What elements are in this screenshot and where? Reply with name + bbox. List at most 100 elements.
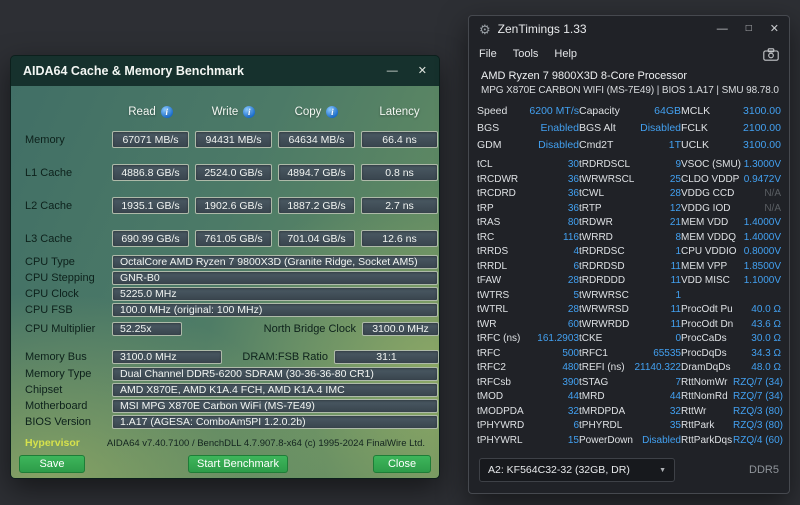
zt-timing-value: 36 — [567, 173, 579, 185]
menu-item-file[interactable]: File — [479, 48, 497, 60]
north-bridge-clock-label: North Bridge Clock — [263, 323, 356, 335]
zt-timing-value: 1.8500V — [743, 260, 781, 272]
zt-timing-row: tWTRL 28 tWRWRSD 11 ProcOdt Pu 40.0 Ω — [477, 303, 781, 318]
zt-timing-value: N/A — [764, 188, 781, 199]
bench-column-label: Read — [128, 106, 156, 118]
menu-items: File Tools Help — [479, 48, 577, 60]
start-button[interactable]: Start Benchmark — [188, 455, 288, 473]
version-text: AIDA64 v7.40.7100 / BenchDLL 4.7.907.8-x… — [106, 437, 425, 449]
bench-column-label: Latency — [379, 106, 420, 118]
zt-timing-value: 6 — [573, 420, 579, 431]
close-icon[interactable]: ✕ — [418, 65, 427, 77]
zt-timing-value: 21 — [669, 217, 681, 228]
zt-timing-label: tWTRL — [477, 304, 509, 315]
zt-timing-value: RZQ/4 (60) — [733, 434, 784, 446]
zt-timing-label: VSOC (SMU) — [681, 159, 741, 170]
zt-timing-label: tPHYWRD — [477, 420, 525, 431]
zt-timing-label: ProcDqDs — [681, 347, 727, 359]
cpu-info-row: CPU Stepping GNR-B0 — [11, 271, 439, 285]
zt-timing-value: 28 — [567, 304, 579, 315]
save-button[interactable]: Save — [19, 455, 85, 473]
zt-timing-value: 11 — [670, 275, 681, 286]
zt-timing-label: MEM VDD — [681, 217, 729, 228]
timings-grid: tCL 30 tRDRDSCL 9 VSOC (SMU) 1.3000V tRCDWR 36 t… — [469, 158, 789, 448]
cpu-info-row: CPU Clock 5225.0 MHz — [11, 287, 439, 301]
board-info-line: MPG X870E CARBON WIFI (MS-7E49) | BIOS 1… — [481, 85, 779, 96]
close-icon[interactable]: ✕ — [770, 23, 779, 35]
info-icon[interactable]: i — [243, 106, 256, 118]
zt-timing-value: 6 — [573, 260, 579, 272]
bench-value-box: 2524.0 GB/s — [195, 164, 272, 181]
zt-timing-label: tMRDPDA — [579, 405, 626, 417]
zentimings-titlebar[interactable]: ⚙ ZenTimings 1.33 — □ ✕ — [469, 16, 789, 42]
bench-row-label: Memory — [25, 133, 65, 146]
zt-timing-value: 0.9472V — [743, 173, 781, 185]
zt-timing-row: tFAW 28 tRDRDDD 11 VDD MISC 1.1000V — [477, 274, 781, 289]
zt-timing-value: 5 — [573, 289, 579, 301]
zt-timing-value: 28 — [669, 188, 681, 199]
aida64-window: AIDA64 Cache & Memory Benchmark — ✕ Read… — [10, 55, 440, 479]
aida64-content: Read i Write i Copy i Latency Memory 67071 MB/s… — [11, 86, 439, 478]
info-row-label: Memory Type — [25, 368, 92, 380]
maximize-icon[interactable]: □ — [746, 24, 752, 34]
minimize-icon[interactable]: — — [387, 65, 398, 77]
cpu-info-row: CPU FSB 100.0 MHz (original: 100 MHz) — [11, 303, 439, 317]
zt-timing-value: 1.4000V — [743, 217, 781, 228]
zt-info-value: 2100.00 — [743, 122, 781, 134]
zt-timing-value: 35 — [669, 420, 681, 431]
bench-value-box: 4886.8 GB/s — [112, 164, 189, 181]
zt-timing-value: 34.3 Ω — [751, 347, 781, 359]
zt-timing-label: RttNomRd — [681, 391, 728, 402]
info-row-label: CPU Type — [25, 256, 75, 268]
bench-value-box: 66.4 ns — [361, 131, 438, 148]
zt-info-value: 64GB — [654, 105, 681, 117]
info-icon[interactable]: i — [160, 106, 173, 118]
aida64-window-controls: — ✕ — [387, 65, 427, 77]
zt-timing-row: tPHYWRD 6 tPHYRDL 35 RttPark RZQ/3 (80) — [477, 419, 783, 434]
info-value-box: GNR-B0 — [112, 271, 438, 285]
minimize-icon[interactable]: — — [717, 23, 728, 35]
aida64-titlebar[interactable]: AIDA64 Cache & Memory Benchmark — ✕ — [11, 56, 439, 86]
zt-timing-label: tRDRDSCL — [579, 159, 631, 170]
zt-timing-label: ProcOdt Dn — [681, 318, 734, 330]
zt-timing-label: tWTRS — [477, 289, 510, 301]
zt-timing-label: ProcOdt Pu — [681, 304, 733, 315]
zt-timing-label: tMODPDA — [477, 405, 524, 417]
dram-fsb-ratio-label: DRAM:FSB Ratio — [242, 351, 328, 363]
dimm-select-dropdown[interactable]: A2: KF564C32-32 (32GB, DR) ▼ — [479, 458, 675, 482]
zt-timing-row: tMOD 44 tMRD 44 RttNomRd RZQ/7 (34) — [477, 390, 784, 405]
bench-row: L2 Cache 1935.1 GB/s 1902.6 GB/s 1887.2 GB/… — [11, 197, 439, 214]
zt-info-value: Enabled — [540, 122, 579, 134]
zt-timing-value: 7 — [675, 376, 681, 388]
hypervisor-label: Hypervisor — [25, 437, 80, 449]
memory-bus-value-box: 3100.0 MHz — [112, 350, 222, 364]
zt-timing-label: tRFC1 — [579, 347, 608, 359]
zt-timing-value: RZQ/7 (34) — [733, 391, 784, 402]
menu-item-tools[interactable]: Tools — [513, 48, 539, 60]
bench-value-box: 12.6 ns — [361, 230, 438, 247]
menu-item-help[interactable]: Help — [554, 48, 577, 60]
info-row-label: CPU FSB — [25, 304, 73, 316]
info-row-label: Chipset — [25, 384, 63, 396]
zt-timing-label: CPU VDDIO — [681, 246, 737, 257]
zt-timing-value: 1.4000V — [743, 231, 781, 243]
screenshot-camera-icon[interactable] — [763, 47, 779, 61]
close-button[interactable]: Close — [373, 455, 431, 473]
zt-timing-value: 48.0 Ω — [751, 362, 781, 373]
zt-timing-label: tRFC (ns) — [477, 333, 521, 344]
info-row-label: BIOS Version — [25, 416, 92, 428]
zt-timing-row: tRC 116 tWRRD 8 MEM VDDQ 1.4000V — [477, 231, 781, 246]
dram-fsb-ratio-value-box: 31:1 — [334, 350, 439, 364]
cpu-multiplier-row: CPU Multiplier 52.25x North Bridge Clock… — [11, 322, 439, 336]
bench-value-box: 4894.7 GB/s — [278, 164, 355, 181]
bench-header-row: Read i Write i Copy i Latency — [11, 104, 439, 120]
zt-timing-row: tRRDS 4 tRDRDSC 1 CPU VDDIO 0.8000V — [477, 245, 781, 260]
info-value-box: AMD X870E, AMD K1A.4 FCH, AMD K1A.4 IMC — [112, 383, 438, 397]
zt-timing-value: RZQ/3 (80) — [733, 405, 784, 417]
info-icon[interactable]: i — [326, 106, 339, 118]
zt-timing-value: 44 — [669, 391, 681, 402]
zt-timing-value: 30.0 Ω — [751, 333, 781, 344]
zt-timing-label: MEM VDDQ — [681, 231, 736, 243]
bench-row: L1 Cache 4886.8 GB/s 2524.0 GB/s 4894.7 GB/… — [11, 164, 439, 181]
zt-info-label: Speed — [477, 105, 508, 117]
